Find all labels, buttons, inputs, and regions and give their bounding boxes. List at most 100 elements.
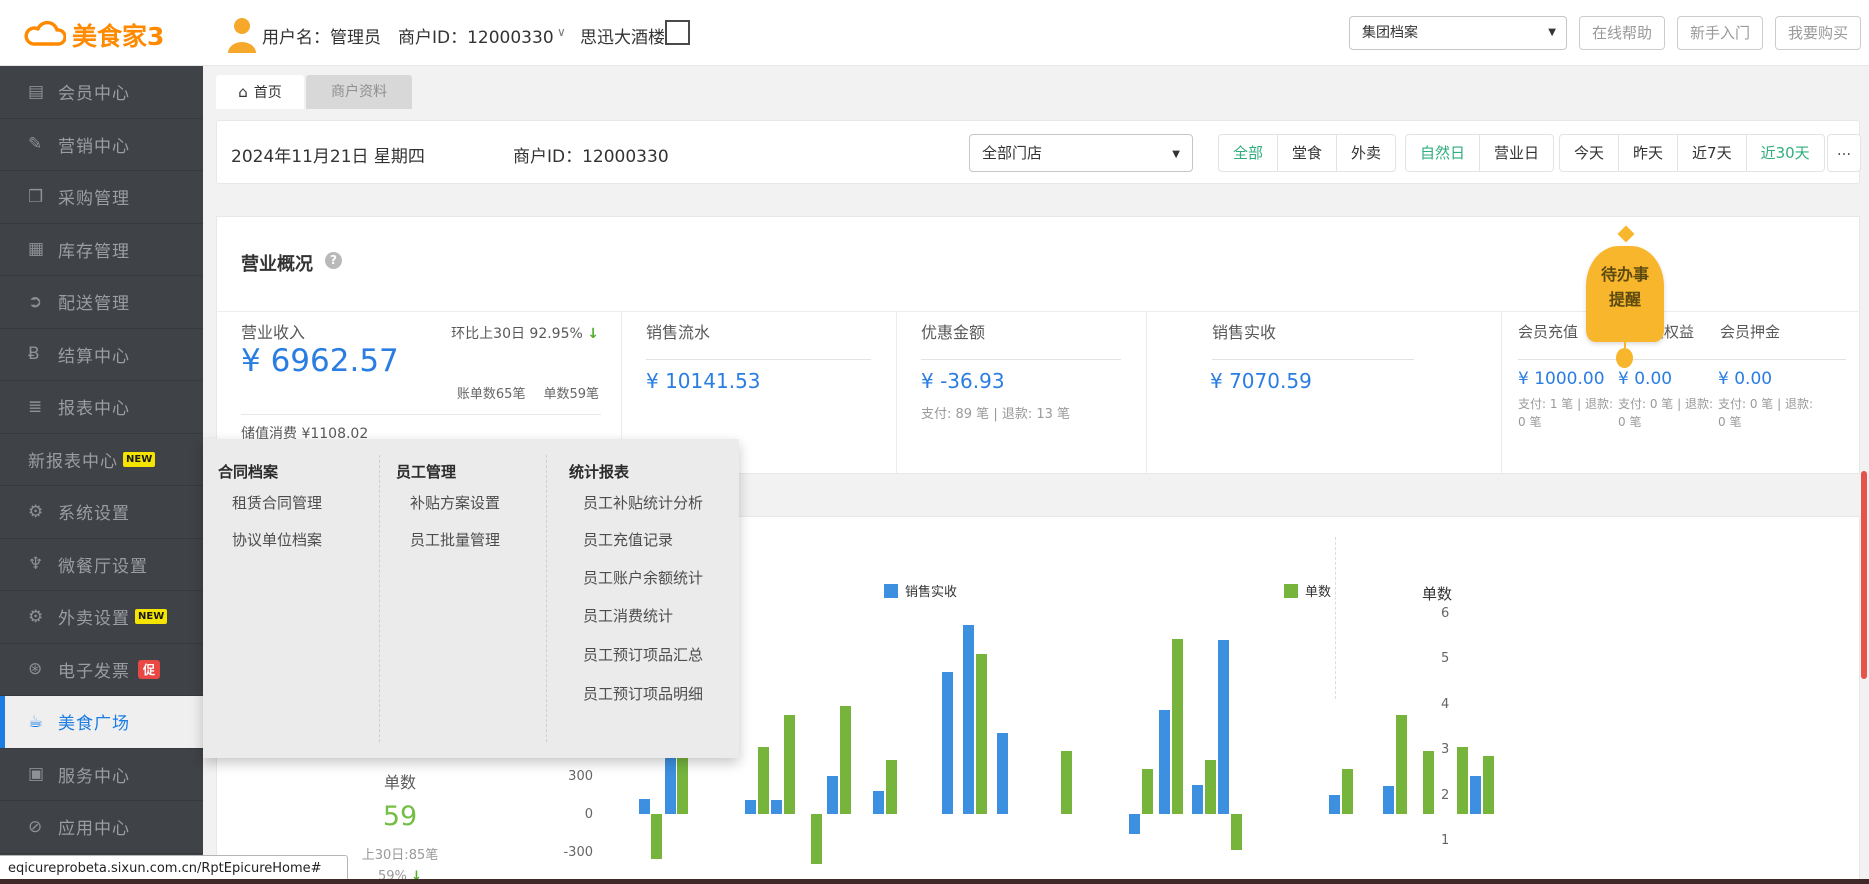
todo-reminder-bell[interactable]: 待办事 提醒: [1586, 246, 1664, 342]
left-axis-tick-1: 0: [584, 807, 593, 822]
sidebar-item-delivery-management[interactable]: ➲ 配送管理: [0, 276, 203, 329]
legend-label-1: 单数: [1305, 585, 1332, 600]
sidebar-item-e-invoice[interactable]: ⊛ 电子发票促: [0, 644, 203, 696]
gear-icon: ⚙: [28, 606, 44, 627]
order-count-value: 59: [382, 801, 418, 832]
member-card-icon: ▤: [28, 81, 45, 102]
divider: [1146, 311, 1147, 473]
more-ranges-button[interactable]: ...: [1827, 134, 1861, 172]
chart-bar-销售实收: [827, 776, 838, 814]
menu-item-2-0[interactable]: 员工补贴统计分析: [583, 492, 703, 513]
inventory-building-icon: ▦: [28, 239, 45, 260]
qr-code-icon[interactable]: [665, 20, 690, 45]
channel-2-button[interactable]: 外卖: [1336, 134, 1397, 172]
sidebar-item-app-center[interactable]: ⊘ 应用中心: [0, 801, 203, 854]
member-stat-sub-2: 支付: 0 笔 | 退款:: [1718, 397, 1814, 411]
daytype-1-button[interactable]: 营业日: [1479, 134, 1555, 172]
sidebar-item-takeout-settings[interactable]: ⚙ 外卖设置 NEW: [0, 591, 203, 644]
revenue-compare-label: 环比上30日 92.95% ↓: [451, 326, 599, 342]
member-stat-label-0: 会员充值: [1518, 323, 1579, 341]
menu-item-2-5[interactable]: 员工预订项品明细: [583, 683, 703, 704]
channel-1-button[interactable]: 堂食: [1277, 134, 1338, 172]
tab-merchant-profile[interactable]: 商户资料: [306, 75, 412, 109]
chart-bar-单数: [784, 715, 795, 814]
channel-0-button[interactable]: 全部: [1218, 134, 1279, 172]
chart-bar-单数: [1061, 751, 1072, 814]
revenue-counts: 账单数65笔 单数59笔: [439, 383, 599, 402]
sidebar-item-label: 服务中心: [58, 766, 130, 787]
sidebar-item-label: 微餐厅设置: [58, 556, 148, 577]
sidebar-item-micro-restaurant-settings[interactable]: ♆ 微餐厅设置: [0, 539, 203, 591]
user-avatar-icon[interactable]: [222, 13, 262, 53]
chart-bar-单数: [840, 706, 851, 814]
sidebar-item-system-settings[interactable]: ⚙ 系统设置: [0, 486, 203, 539]
order-count-label: 单数: [383, 773, 416, 792]
online-help-button[interactable]: 在线帮助: [1579, 16, 1665, 50]
sidebar-item-label: 营销中心: [58, 136, 130, 157]
menu-item-1-1[interactable]: 员工批量管理: [410, 529, 500, 550]
chart-bar-销售实收: [1159, 710, 1170, 814]
sales-flow-value: ¥ 10141.53: [646, 369, 761, 393]
merchant-id-label: 商户ID：12000330: [513, 147, 669, 167]
group-archive-select[interactable]: 集团档案 ▼: [1349, 16, 1567, 50]
menu-item-2-3[interactable]: 员工消费统计: [583, 605, 673, 626]
chart-bar-单数: [1483, 755, 1494, 814]
app-window: 美食家3 用户名：管理员 商户ID：12000330 ∨ 思迅大酒楼 集团档案 …: [0, 0, 1869, 884]
purchase-book-icon: ❒: [28, 186, 44, 207]
range-2-button[interactable]: 近7天: [1677, 134, 1747, 172]
range-filter-group: 今天 昨天 近7天 近30天: [1559, 134, 1825, 172]
sidebar-item-label: 新报表中心: [28, 451, 118, 472]
settlement-baht-icon: Ƀ: [28, 344, 40, 365]
help-question-icon[interactable]: ?: [325, 252, 342, 269]
sidebar-item-settlement-center[interactable]: Ƀ 结算中心: [0, 329, 203, 381]
menu-item-0-0[interactable]: 租赁合同管理: [232, 492, 322, 513]
legend-swatch-1: [1284, 583, 1298, 598]
chart-bar-销售实收: [771, 800, 782, 814]
chart-bar-销售实收: [1383, 786, 1394, 814]
invoice-circle-icon: ⊛: [28, 659, 43, 680]
range-0-button[interactable]: 今天: [1559, 134, 1620, 172]
sidebar-item-new-report-center[interactable]: 新报表中心 NEW: [0, 434, 203, 486]
merchant-id-dropdown[interactable]: 商户ID：12000330: [398, 23, 554, 48]
menu-item-1-0[interactable]: 补贴方案设置: [410, 492, 500, 513]
range-1-button[interactable]: 昨天: [1618, 134, 1679, 172]
menu-item-2-2[interactable]: 员工账户余额统计: [583, 567, 703, 588]
member-stat-value-2: ¥ 0.00: [1718, 369, 1773, 389]
menu-item-2-4[interactable]: 员工预订项品汇总: [583, 644, 703, 665]
range-3-button[interactable]: 近30天: [1745, 134, 1825, 172]
chart-bar-销售实收: [665, 757, 676, 814]
channel-filter-group: 全部 堂食 外卖: [1218, 134, 1397, 172]
chart-bar-单数: [1396, 715, 1407, 814]
tab-home[interactable]: ⌂ 首页: [216, 75, 304, 109]
divider: [896, 311, 897, 473]
revenue-label: 营业收入: [241, 323, 306, 342]
chart-bar-销售实收: [745, 800, 756, 814]
buy-button[interactable]: 我要购买: [1775, 16, 1861, 50]
sidebar-item-inventory-management[interactable]: ▦ 库存管理: [0, 224, 203, 276]
service-square-icon: ▣: [28, 764, 45, 785]
logo-cloud-icon: [24, 20, 66, 46]
sidebar-item-service-center[interactable]: ▣ 服务中心: [0, 749, 203, 801]
daytype-0-button[interactable]: 自然日: [1405, 134, 1481, 172]
username-label: 用户名：管理员: [262, 28, 381, 48]
menu-column-title-0: 合同档案: [218, 463, 279, 481]
sidebar-item-food-court[interactable]: ☕ 美食广场: [0, 696, 203, 749]
menu-item-2-1[interactable]: 员工充值记录: [583, 529, 673, 550]
chart-bar-单数: [1457, 746, 1468, 814]
app-circle-icon: ⊘: [28, 816, 43, 837]
sidebar-item-label: 配送管理: [58, 294, 130, 315]
revenue-value: ¥ 6962.57: [241, 343, 399, 379]
menu-item-0-1[interactable]: 协议单位档案: [232, 529, 322, 550]
bell-clapper-icon: [1616, 348, 1633, 368]
sidebar-item-report-center[interactable]: ≣ 报表中心: [0, 381, 203, 434]
legend-item-1[interactable]: 单数: [1284, 581, 1331, 600]
app-logo-text: 美食家3: [72, 22, 165, 51]
sidebar-item-marketing-center[interactable]: ✎ 营销中心: [0, 119, 203, 171]
legend-item-0[interactable]: 销售实收: [884, 581, 957, 600]
sidebar-item-label: 会员中心: [58, 84, 130, 105]
scrollbar-thumb[interactable]: [1861, 471, 1867, 679]
novice-guide-button[interactable]: 新手入门: [1677, 16, 1763, 50]
sidebar-item-member-center[interactable]: ▤ 会员中心: [0, 66, 203, 119]
store-select[interactable]: 全部门店 ▼: [969, 134, 1193, 172]
sidebar-item-purchase-management[interactable]: ❒ 采购管理: [0, 171, 203, 224]
